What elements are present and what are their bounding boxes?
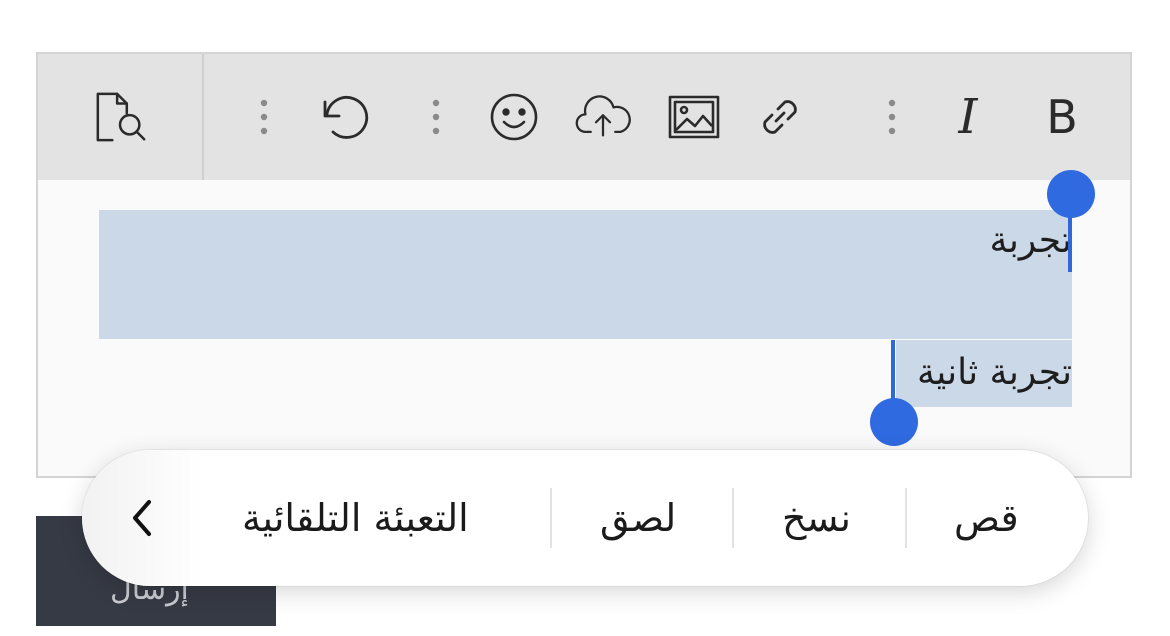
more-icon[interactable]: [236, 89, 292, 145]
link-icon[interactable]: [752, 89, 808, 145]
paragraph: تجربة ثانية: [916, 352, 1072, 393]
image-icon[interactable]: [666, 89, 722, 145]
chevron-left-icon: [133, 500, 151, 536]
more-icon[interactable]: [408, 89, 464, 145]
editor: I B تجربة تجربة ثانية: [36, 52, 1132, 478]
menu-item-autofill[interactable]: التعبئة التلقائية: [242, 484, 469, 552]
selection-end-handle[interactable]: [870, 398, 918, 446]
italic-icon[interactable]: I: [940, 89, 996, 145]
menu-item-cut[interactable]: قص: [954, 484, 1019, 552]
selection-highlight: [99, 210, 1072, 339]
editor-content[interactable]: تجربة تجربة ثانية: [38, 180, 1130, 476]
editor-toolbar: I B: [38, 54, 1130, 180]
bold-icon[interactable]: B: [1034, 89, 1090, 145]
menu-item-paste[interactable]: لصق: [600, 484, 676, 552]
menu-item-copy[interactable]: نسخ: [782, 484, 851, 552]
emoji-icon[interactable]: [486, 89, 542, 145]
selection-start-handle[interactable]: [1047, 170, 1095, 218]
menu-separator: [905, 488, 907, 548]
menu-separator: [550, 488, 552, 548]
cloud-upload-icon[interactable]: [575, 89, 631, 145]
paragraph: تجربة: [989, 220, 1072, 261]
toolbar-separator: [202, 54, 204, 180]
context-menu: التعبئة التلقائية لصق نسخ قص: [82, 450, 1088, 586]
selection-end-caret: [891, 340, 895, 402]
selection-start-caret: [1068, 210, 1072, 272]
menu-separator: [732, 488, 734, 548]
preview-icon[interactable]: [93, 89, 149, 145]
more-icon[interactable]: [864, 89, 920, 145]
undo-icon[interactable]: [314, 89, 370, 145]
